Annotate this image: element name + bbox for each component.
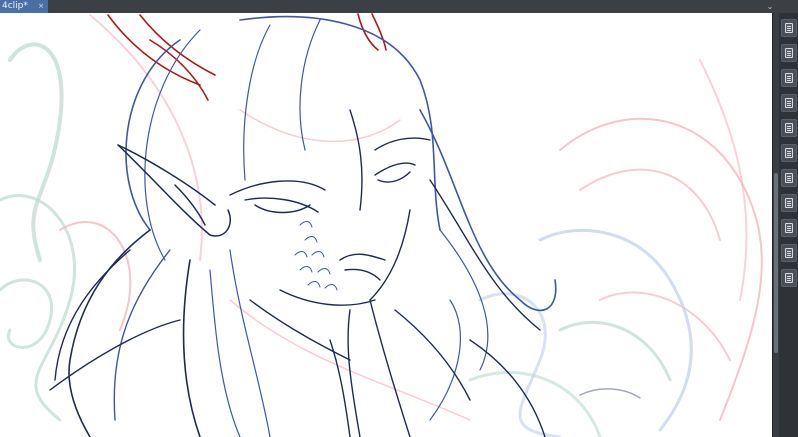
- navigator-button[interactable]: [781, 69, 797, 87]
- history-panel-button[interactable]: [781, 169, 797, 187]
- property-panel-button[interactable]: [781, 44, 797, 62]
- subtool-panel-icon: [785, 98, 793, 108]
- timeline-icon: [785, 273, 793, 283]
- vertical-scrollbar[interactable]: [773, 13, 779, 437]
- clothing-strokes: [49, 299, 471, 437]
- property-panel-icon: [785, 48, 793, 58]
- item-bank-icon: [785, 248, 793, 258]
- navigator-icon: [785, 73, 793, 83]
- drawing-canvas[interactable]: [0, 13, 772, 437]
- layer-panel-icon: [785, 23, 793, 33]
- subtool-panel-button[interactable]: [781, 94, 797, 112]
- color-panel-icon: [785, 123, 793, 133]
- close-tab-icon[interactable]: ×: [38, 0, 44, 13]
- layer-property-button[interactable]: [781, 194, 797, 212]
- tab-menu-chevron-icon[interactable]: ⌄: [764, 0, 776, 13]
- document-tab[interactable]: 4clip* ×: [0, 0, 48, 13]
- panel-dock: [772, 13, 798, 437]
- search-layer-button[interactable]: [781, 219, 797, 237]
- hair-strokes: [54, 15, 557, 437]
- document-tab-title: 4clip*: [2, 1, 28, 11]
- color-panel-button[interactable]: [781, 119, 797, 137]
- face-strokes: [229, 109, 431, 306]
- timeline-button[interactable]: [781, 269, 797, 287]
- item-bank-button[interactable]: [781, 244, 797, 262]
- ear-strokes: [117, 144, 231, 237]
- document-tab-bar: 4clip* × ⌄: [0, 0, 798, 14]
- sketch-artwork: [0, 13, 763, 437]
- scrollbar-thumb[interactable]: [774, 173, 778, 353]
- layer-property-icon: [785, 198, 793, 208]
- history-panel-icon: [785, 173, 793, 183]
- material-panel-button[interactable]: [781, 144, 797, 162]
- search-layer-icon: [785, 223, 793, 233]
- horn-strokes: [107, 13, 387, 101]
- material-panel-icon: [785, 148, 793, 158]
- layer-panel-button[interactable]: [781, 19, 797, 37]
- cheek-scale-strokes: [294, 221, 338, 291]
- background-rough-sketch: [0, 14, 763, 437]
